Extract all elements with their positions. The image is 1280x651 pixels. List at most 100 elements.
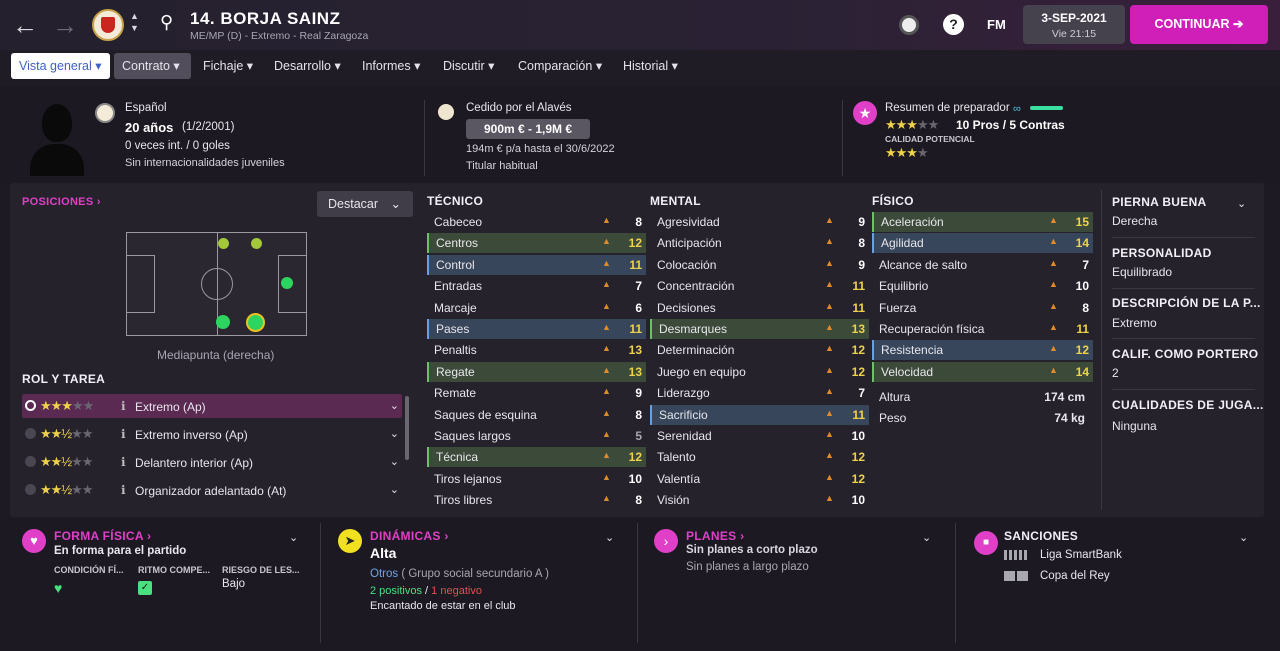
attribute-row[interactable]: Fuerza ▲ 8 (872, 298, 1093, 318)
attribute-row[interactable]: Resistencia ▲ 12 (872, 340, 1093, 361)
club-badge-icon[interactable] (92, 9, 124, 41)
attribute-row[interactable]: Determinación ▲ 12 (650, 340, 869, 360)
chevron-down-icon[interactable]: ⌄ (390, 427, 399, 440)
continue-button[interactable]: CONTINUAR ➔ (1130, 5, 1268, 44)
role-row[interactable]: ★★½★★ ℹ Delantero interior (Ap) ⌄ (22, 450, 402, 474)
forward-arrow-icon[interactable]: → (52, 0, 78, 50)
attribute-row[interactable]: Cabeceo ▲ 8 (427, 212, 646, 232)
dynamics-title[interactable]: DINÁMICAS › (370, 529, 449, 543)
tab-contrato[interactable]: Contrato ▾ (114, 53, 191, 79)
help-icon[interactable]: ? (943, 14, 964, 35)
chevron-down-icon[interactable]: ⌄ (1237, 197, 1246, 210)
attribute-row[interactable]: Regate ▲ 13 (427, 361, 646, 382)
divider (320, 523, 321, 643)
attribute-row[interactable]: Control ▲ 11 (427, 254, 646, 275)
positions-title[interactable]: POSICIONES › (22, 196, 101, 208)
tab-fichaje[interactable]: Fichaje ▾ (195, 53, 261, 79)
radio-icon[interactable] (25, 484, 36, 495)
role-row[interactable]: ★★½★★ ℹ Organizador adelantado (At) ⌄ (22, 478, 402, 502)
info-icon[interactable]: ℹ (121, 455, 126, 469)
attribute-name: Regate (436, 364, 475, 379)
radio-selected-icon[interactable] (25, 400, 36, 411)
tab-discutir[interactable]: Discutir ▾ (435, 53, 502, 79)
current-ability-stars: ★★★★★ (885, 117, 939, 132)
roles-scrollbar[interactable] (405, 396, 409, 460)
fm-menu[interactable]: FM (987, 17, 1006, 32)
preferred-foot-title: PIERNA BUENA (1112, 195, 1207, 209)
chevron-down-icon[interactable]: ⌄ (390, 483, 399, 496)
attribute-row[interactable]: Juego en equipo ▲ 12 (650, 362, 869, 382)
attribute-row[interactable]: Agilidad ▲ 14 (872, 233, 1093, 254)
attribute-row[interactable]: Visión ▲ 10 (650, 490, 869, 510)
date-display[interactable]: 3-SEP-2021 Vie 21:15 (1023, 5, 1125, 44)
attribute-row[interactable]: Tiros libres ▲ 8 (427, 490, 646, 510)
attribute-row[interactable]: Técnica ▲ 12 (427, 447, 646, 468)
attribute-row[interactable]: Valentía ▲ 12 (650, 469, 869, 489)
attribute-row[interactable]: Anticipación ▲ 8 (650, 233, 869, 253)
role-row[interactable]: ★★½★★ ℹ Extremo inverso (Ap) ⌄ (22, 422, 402, 446)
tab-desarrollo[interactable]: Desarrollo ▾ (266, 53, 349, 79)
attribute-row[interactable]: Alcance de salto ▲ 7 (872, 255, 1093, 275)
plans-title[interactable]: PLANES › (686, 529, 744, 543)
attribute-row[interactable]: Pases ▲ 11 (427, 319, 646, 339)
attribute-row[interactable]: Serenidad ▲ 10 (650, 426, 869, 446)
attribute-row[interactable]: Velocidad ▲ 14 (872, 361, 1093, 382)
attribute-row[interactable]: Concentración ▲ 11 (650, 276, 869, 296)
chevron-down-icon[interactable]: ⌄ (390, 455, 399, 468)
attribute-row[interactable]: Tiros lejanos ▲ 10 (427, 469, 646, 489)
attribute-row[interactable]: Sacrificio ▲ 11 (650, 404, 869, 425)
tab-comparacion[interactable]: Comparación ▾ (510, 53, 610, 79)
search-icon[interactable]: ⚲ (160, 12, 173, 33)
attribute-value: 13 (628, 364, 642, 379)
attribute-row[interactable]: Desmarques ▲ 13 (650, 319, 869, 339)
info-icon[interactable]: ℹ (121, 399, 126, 413)
chevron-down-icon[interactable]: ⌄ (289, 531, 298, 544)
attribute-row[interactable]: Marcaje ▲ 6 (427, 298, 646, 318)
radio-icon[interactable] (25, 428, 36, 439)
coach-summary-label[interactable]: Resumen de preparador (885, 102, 1010, 114)
attribute-name: Recuperación física (879, 322, 985, 336)
loan-info[interactable]: Cedido por el Alavés (466, 102, 571, 114)
tab-informes[interactable]: Informes ▾ (354, 53, 428, 79)
attribute-row[interactable]: Remate ▲ 9 (427, 383, 646, 403)
chevron-down-icon[interactable]: ⌄ (390, 399, 399, 412)
technical-attributes: Cabeceo ▲ 8 Centros ▲ 12 Control ▲ 11 Entradas ▲ 7 M… (427, 212, 646, 512)
info-icon[interactable]: ℹ (121, 427, 126, 441)
attribute-row[interactable]: Aceleración ▲ 15 (872, 212, 1093, 232)
attribute-row[interactable]: Talento ▲ 12 (650, 447, 869, 467)
fitness-title[interactable]: FORMA FÍSICA › (54, 529, 151, 543)
trend-arrow-icon: ▲ (825, 450, 834, 461)
attribute-name: Serenidad (657, 429, 712, 443)
tab-vista-general[interactable]: Vista general ▾ (11, 53, 110, 79)
attribute-row[interactable]: Decisiones ▲ 11 (650, 298, 869, 318)
attribute-row[interactable]: Saques de esquina ▲ 8 (427, 405, 646, 425)
player-switch-icon[interactable]: ▲ ▼ (130, 10, 139, 34)
attribute-value: 8 (858, 236, 865, 251)
attribute-row[interactable]: Penaltis ▲ 13 (427, 340, 646, 360)
attribute-row[interactable]: Liderazgo ▲ 7 (650, 383, 869, 403)
attribute-row[interactable]: Centros ▲ 12 (427, 233, 646, 254)
chevron-down-icon[interactable]: ⌄ (1239, 531, 1248, 544)
trend-arrow-icon: ▲ (1049, 236, 1058, 247)
value-badge[interactable]: 900m € - 1,9M € (466, 119, 590, 139)
attribute-row[interactable]: Entradas ▲ 7 (427, 276, 646, 296)
back-arrow-icon[interactable]: ← (12, 0, 38, 50)
social-group-link[interactable]: Otros (370, 568, 398, 580)
attribute-row[interactable]: Saques largos ▲ 5 (427, 426, 646, 446)
attribute-row[interactable]: Agresividad ▲ 9 (650, 212, 869, 232)
chevron-down-icon[interactable]: ⌄ (922, 531, 931, 544)
attribute-row[interactable]: Equilibrio ▲ 10 (872, 276, 1093, 296)
chevron-down-icon[interactable]: ⌄ (605, 531, 614, 544)
ball-icon[interactable] (899, 15, 919, 35)
gk-rating-value: 2 (1112, 366, 1119, 380)
info-icon[interactable]: ℹ (121, 483, 126, 497)
role-row[interactable]: ★★★★★ ℹ Extremo (Ap) ⌄ (22, 394, 402, 418)
attribute-value: 11 (852, 279, 865, 294)
tab-historial[interactable]: Historial ▾ (615, 53, 686, 79)
attribute-row[interactable]: Recuperación física ▲ 11 (872, 319, 1093, 339)
highlight-dropdown[interactable]: Destacar ⌄ (317, 191, 413, 217)
radio-icon[interactable] (25, 456, 36, 467)
trend-arrow-icon: ▲ (825, 343, 834, 354)
attribute-row[interactable]: Colocación ▲ 9 (650, 255, 869, 275)
heart-icon: ♥ (22, 529, 46, 553)
